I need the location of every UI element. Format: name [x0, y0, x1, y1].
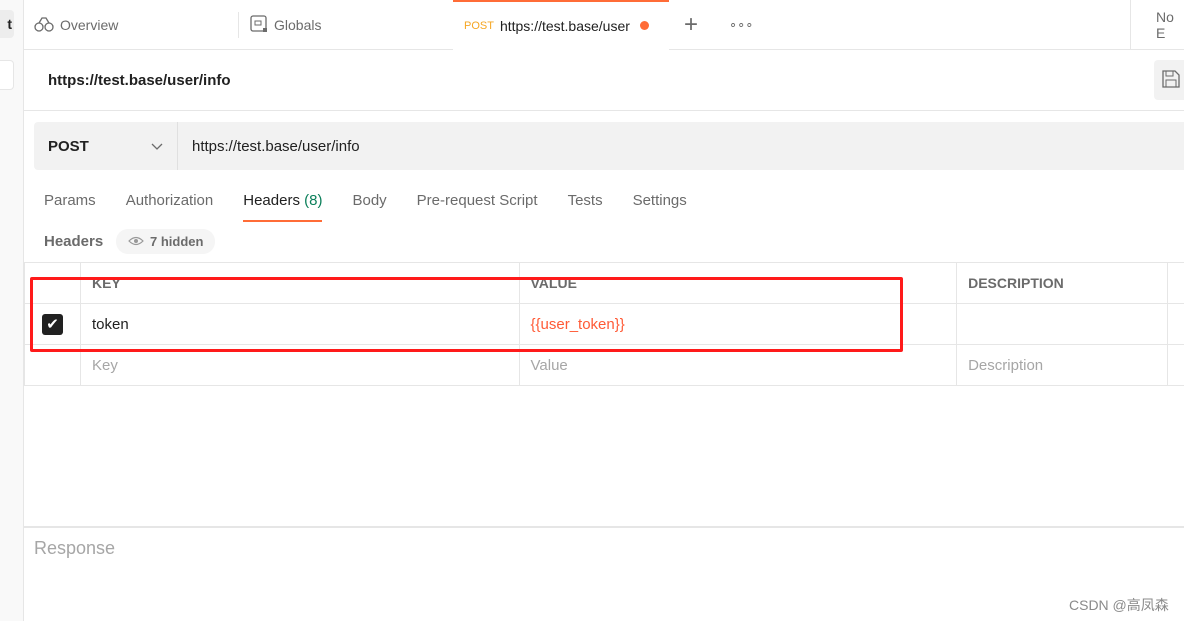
method-label: POST	[48, 137, 89, 155]
sidebar-search[interactable]	[0, 60, 14, 90]
tab-method: POST	[464, 19, 494, 32]
method-select[interactable]: POST	[34, 122, 178, 170]
tab-label: Globals	[274, 17, 322, 33]
globals-icon	[250, 14, 268, 36]
eye-icon	[128, 234, 144, 249]
chevron-down-icon	[151, 138, 163, 155]
unsaved-dot-icon	[639, 21, 649, 30]
headers-count: (8)	[304, 192, 323, 209]
tab-settings[interactable]: Settings	[633, 188, 687, 222]
divider	[238, 12, 239, 38]
new-tab-button[interactable]: +	[684, 0, 698, 50]
sidebar-button[interactable]: t	[0, 10, 14, 38]
tab-label: https://test.base/user	[499, 17, 630, 34]
pane-divider[interactable]	[24, 526, 1184, 528]
column-options[interactable]	[1166, 262, 1184, 304]
tab-overview[interactable]: Overview	[34, 0, 118, 50]
tab-pre-request-script[interactable]: Pre-request Script	[417, 188, 538, 222]
hidden-count: 7 hidden	[150, 234, 204, 249]
highlight-box	[30, 277, 903, 352]
request-title[interactable]: https://test.base/user/info	[48, 72, 231, 89]
tab-label: Overview	[60, 17, 119, 33]
response-label: Response	[34, 538, 116, 558]
hidden-headers-toggle[interactable]: 7 hidden	[116, 229, 216, 254]
tab-globals[interactable]: Globals	[250, 0, 321, 50]
tab-bar: Overview Globals POST https://test.base/…	[24, 0, 1184, 50]
request-tabs: Params Authorization Headers (8) Body Pr…	[44, 188, 687, 222]
watermark: CSDN @高凤森	[1069, 597, 1169, 613]
tab-params[interactable]: Params	[44, 188, 96, 222]
tab-request[interactable]: POST https://test.base/user	[453, 0, 669, 50]
column-header-description: DESCRIPTION	[956, 262, 1168, 304]
url-input[interactable]: https://test.base/user/info	[178, 138, 360, 155]
more-tabs-button[interactable]: ∘∘∘	[729, 0, 753, 50]
description-cell[interactable]	[956, 303, 1168, 345]
environment-selector[interactable]: No E	[1156, 0, 1184, 50]
tab-headers[interactable]: Headers (8)	[243, 188, 323, 222]
divider	[24, 110, 1184, 111]
tab-authorization[interactable]: Authorization	[126, 188, 214, 222]
binoculars-icon	[34, 16, 54, 35]
headers-label: Headers	[44, 233, 104, 250]
url-bar: POST https://test.base/user/info	[34, 122, 1184, 170]
divider	[1130, 0, 1131, 50]
save-icon	[1162, 69, 1180, 91]
tab-label: Headers	[243, 192, 300, 209]
tab-body[interactable]: Body	[352, 188, 386, 222]
left-sidebar: t	[0, 0, 24, 621]
save-button[interactable]	[1154, 60, 1184, 100]
tab-tests[interactable]: Tests	[568, 188, 603, 222]
description-input[interactable]: Description	[956, 344, 1168, 386]
